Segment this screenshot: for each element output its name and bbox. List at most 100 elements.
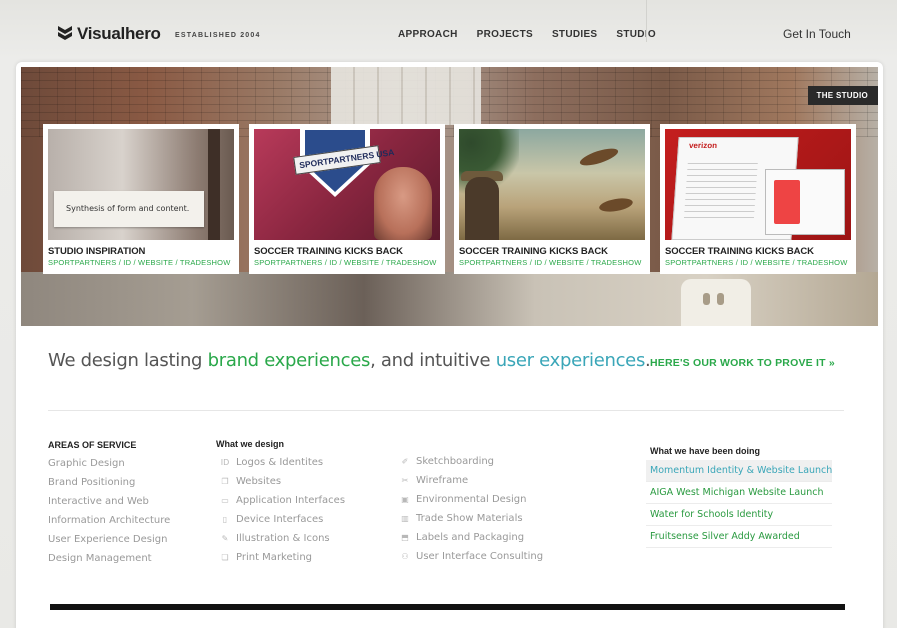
news-item[interactable]: Momentum Identity & Website Launch [646, 460, 832, 482]
view-work-link[interactable]: HERE'S OUR WORK TO PROVE IT » [650, 357, 835, 369]
hero-background-chair [681, 279, 751, 326]
print-page-icon: ❏ [221, 553, 229, 562]
pencil-icon: ✎ [221, 534, 229, 543]
headline-text: , and intuitive [370, 350, 496, 371]
service-item: Brand Positioning [48, 477, 136, 488]
device-icon: ▯ [222, 515, 228, 524]
nav-approach[interactable]: APPROACH [398, 29, 458, 40]
project-title[interactable]: SOCCER TRAINING KICKS BACK [459, 246, 645, 257]
project-tags[interactable]: SPORTPARTNERS / ID / WEBSITE / TRADESHOW [48, 258, 234, 267]
project-title[interactable]: STUDIO INSPIRATION [48, 246, 234, 257]
hero-background-shelf [331, 67, 481, 125]
design-item: ❏ Print Marketing [220, 548, 345, 567]
design-item: ID Logos & Identites [220, 453, 345, 472]
service-item: User Experience Design [48, 534, 168, 545]
nav-studio[interactable]: STUDIO [616, 29, 656, 40]
thumb-hunter [465, 177, 499, 240]
project-tile[interactable]: SPORTPARTNERS USA SOCCER TRAINING KICKS … [249, 124, 445, 274]
package-icon: ⬒ [401, 533, 409, 542]
application-window-icon: ▭ [221, 496, 229, 505]
design-item-label: User Interface Consulting [416, 551, 544, 562]
wireframe-icon: ✂ [401, 476, 409, 485]
the-studio-badge[interactable]: THE STUDIO [807, 86, 878, 105]
logo-id-icon: ID [220, 458, 230, 467]
service-item: Graphic Design [48, 458, 125, 469]
thumb-bird [578, 145, 620, 169]
news-item[interactable]: Water for Schools Identity [646, 504, 832, 526]
design-item-label: Trade Show Materials [416, 513, 523, 524]
design-item-label: Logos & Identites [236, 457, 324, 468]
established-tagline: ESTABLISHED 2004 [175, 32, 261, 39]
service-item: Design Management [48, 553, 152, 564]
logo[interactable]: Visualhero [58, 24, 161, 44]
what-we-design-title: What we design [216, 439, 285, 449]
design-list-1: ID Logos & Identites ❐ Websites ▭ Applicati… [220, 453, 345, 567]
service-item: Interactive and Web [48, 496, 149, 507]
chevron-logo-icon [58, 26, 72, 40]
design-item: ⬒ Labels and Packaging [400, 528, 543, 547]
headline-user-experiences: user experiences [495, 350, 646, 371]
design-item-label: Print Marketing [236, 552, 313, 563]
design-item-label: Environmental Design [416, 494, 527, 505]
design-item-label: Sketchboarding [416, 456, 495, 467]
thumb-screen-secondary [765, 169, 845, 235]
headline-text: We design lasting [48, 350, 208, 371]
logo-text: Visualhero [77, 24, 161, 43]
service-item: Information Architecture [48, 515, 171, 526]
project-title[interactable]: SOCCER TRAINING KICKS BACK [665, 246, 851, 257]
project-tags[interactable]: SPORTPARTNERS / ID / WEBSITE / TRADESHOW [665, 258, 851, 267]
site-header: Visualhero ESTABLISHED 2004 APPROACH PRO… [0, 0, 897, 62]
section-divider [48, 410, 844, 411]
design-item: ⚇ User Interface Consulting [400, 547, 543, 566]
footer-bar [50, 604, 845, 610]
design-item-label: Device Interfaces [236, 514, 324, 525]
design-item-label: Wireframe [416, 475, 469, 486]
project-thumbnail[interactable]: Synthesis of form and content. [48, 129, 234, 240]
project-tags[interactable]: SPORTPARTNERS / ID / WEBSITE / TRADESHOW [459, 258, 645, 267]
design-item: ✎ Illustration & Icons [220, 529, 345, 548]
browser-window-icon: ❐ [221, 477, 229, 486]
thumb-note-card: Synthesis of form and content. [54, 191, 204, 227]
design-item: ▥ Trade Show Materials [400, 509, 543, 528]
design-item-label: Application Interfaces [236, 495, 346, 506]
design-item: ✂ Wireframe [400, 471, 543, 490]
nav-projects[interactable]: PROJECTS [477, 29, 533, 40]
thumb-bird [598, 196, 634, 214]
project-thumbnail[interactable] [459, 129, 645, 240]
design-item-label: Websites [236, 476, 282, 487]
services-list: Graphic Design Brand Positioning Interac… [48, 454, 170, 568]
thumb-screen-lines [683, 158, 759, 218]
headline-brand-experiences: brand experiences [207, 350, 371, 371]
design-item: ▭ Application Interfaces [220, 491, 345, 510]
design-item: ▯ Device Interfaces [220, 510, 345, 529]
project-tags[interactable]: SPORTPARTNERS / ID / WEBSITE / TRADESHOW [254, 258, 440, 267]
news-title: What we have been doing [650, 446, 761, 456]
project-thumbnail[interactable] [665, 129, 851, 240]
hero-banner: THE STUDIO Synthesis of form and content… [21, 67, 878, 326]
design-item: ✐ Sketchboarding [400, 452, 543, 471]
project-thumbnail[interactable]: SPORTPARTNERS USA [254, 129, 440, 240]
thumb-portrait [374, 167, 432, 240]
project-title[interactable]: SOCCER TRAINING KICKS BACK [254, 246, 440, 257]
header-divider [646, 0, 647, 42]
news-item[interactable]: AIGA West Michigan Website Launch [646, 482, 832, 504]
bar-graph-icon: ▥ [401, 514, 409, 523]
project-tile[interactable]: SOCCER TRAINING KICKS BACK SPORTPARTNERS… [660, 124, 856, 274]
design-item-label: Labels and Packaging [416, 532, 525, 543]
news-item[interactable]: Fruitsense Silver Addy Awarded [646, 526, 832, 548]
thumb-beam [208, 129, 220, 240]
thumb-note-text: Synthesis of form and content. [66, 204, 190, 213]
environment-icon: ▣ [401, 495, 409, 504]
design-item: ❐ Websites [220, 472, 345, 491]
design-item: ▣ Environmental Design [400, 490, 543, 509]
users-icon: ⚇ [401, 552, 409, 561]
project-tile[interactable]: SOCCER TRAINING KICKS BACK SPORTPARTNERS… [454, 124, 650, 274]
headline: We design lasting brand experiences, and… [48, 350, 651, 371]
get-in-touch-link[interactable]: Get In Touch [783, 27, 851, 41]
design-list-2: ✐ Sketchboarding ✂ Wireframe ▣ Environmenta… [400, 452, 543, 566]
nav-studies[interactable]: STUDIES [552, 29, 597, 40]
design-item-label: Illustration & Icons [236, 533, 330, 544]
sketch-pencil-icon: ✐ [401, 457, 409, 466]
project-tile[interactable]: Synthesis of form and content. STUDIO IN… [43, 124, 239, 274]
services-title: AREAS OF SERVICE [48, 440, 137, 450]
